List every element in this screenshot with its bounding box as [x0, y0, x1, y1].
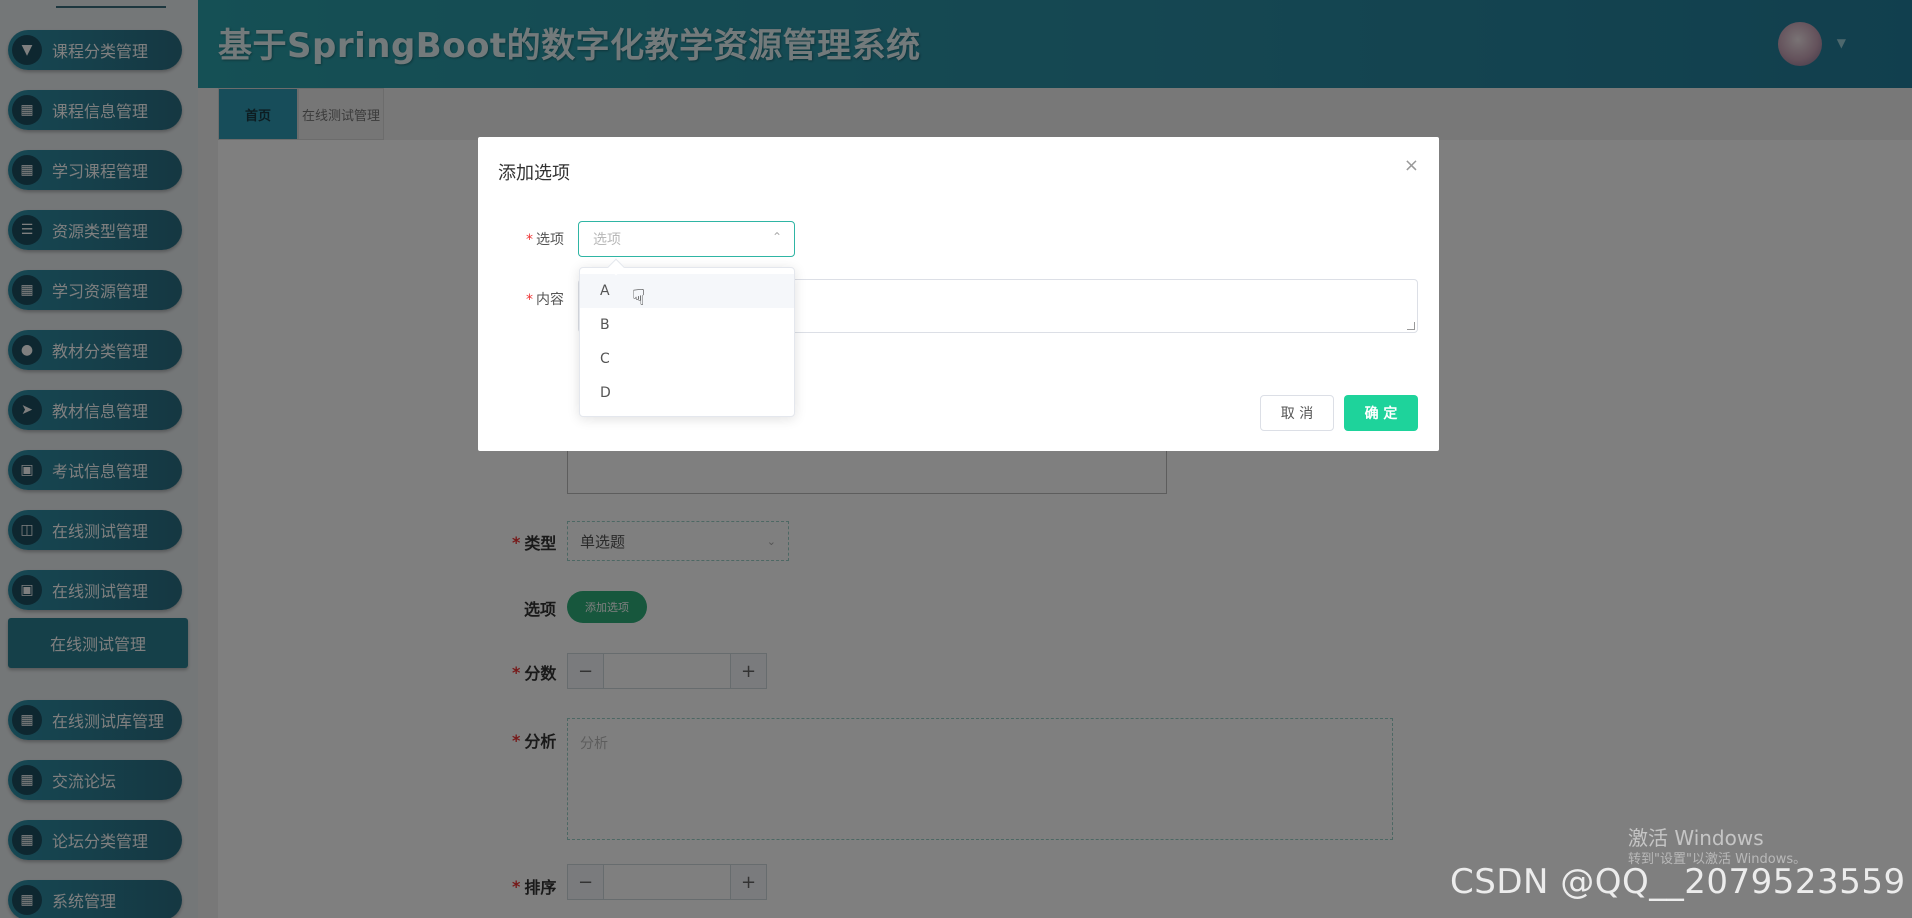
- option-dropdown: A B C D: [579, 258, 795, 417]
- required-mark: *: [526, 232, 533, 248]
- required-mark: *: [526, 292, 533, 308]
- option-label: 选项: [536, 232, 564, 248]
- dropdown-option-d[interactable]: D: [580, 376, 794, 410]
- content-label: 内容: [536, 292, 564, 308]
- windows-activation-title: 激活 Windows: [1628, 826, 1764, 850]
- option-field-label: * 选项: [526, 229, 564, 249]
- confirm-button[interactable]: 确 定: [1344, 395, 1418, 431]
- option-select-placeholder: 选项: [593, 232, 621, 248]
- resize-handle[interactable]: [1407, 322, 1415, 330]
- dropdown-option-a[interactable]: A: [580, 274, 794, 308]
- dropdown-option-c[interactable]: C: [580, 342, 794, 376]
- content-field-label: * 内容: [526, 289, 564, 309]
- hand-cursor-icon: ☟: [632, 286, 646, 311]
- chevron-up-icon: ⌃: [771, 230, 782, 244]
- dialog-title: 添加选项: [498, 163, 570, 184]
- option-select[interactable]: 选项 ⌃: [578, 221, 795, 257]
- close-icon[interactable]: ×: [1404, 155, 1419, 176]
- cancel-button[interactable]: 取 消: [1260, 395, 1334, 431]
- csdn-watermark: CSDN @QQ__2079523559: [1450, 862, 1906, 902]
- dropdown-option-b[interactable]: B: [580, 308, 794, 342]
